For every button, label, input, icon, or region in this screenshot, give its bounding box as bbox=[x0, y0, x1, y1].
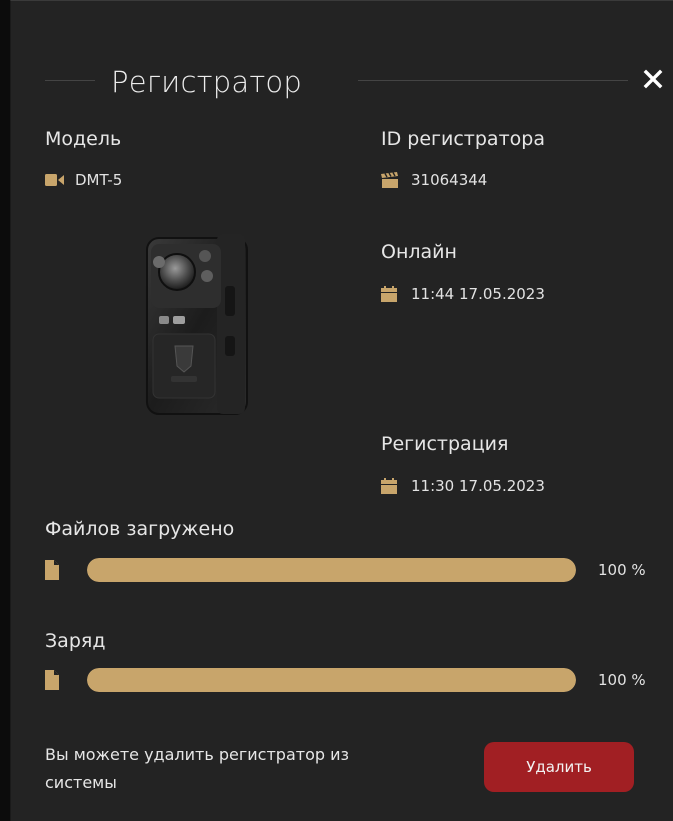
files-uploaded-progress-bar bbox=[87, 558, 576, 582]
charge-progress-row: 100 % bbox=[45, 668, 673, 694]
registrator-dialog: Регистратор Модель DMT-5 ID регистратора… bbox=[10, 0, 673, 821]
charge-progress-fill bbox=[87, 668, 576, 692]
delete-hint-text: Вы можете удалить регистратор из системы bbox=[45, 745, 349, 792]
online-value-row: 11:44 17.05.2023 bbox=[381, 285, 545, 303]
dialog-title: Регистратор bbox=[111, 65, 302, 99]
files-uploaded-label: Файлов загружено bbox=[45, 518, 235, 540]
online-label: Онлайн bbox=[381, 241, 457, 263]
file-icon bbox=[45, 670, 59, 690]
device-image bbox=[129, 226, 259, 426]
model-label: Модель bbox=[45, 128, 122, 150]
clapperboard-icon bbox=[381, 172, 401, 188]
title-divider-left bbox=[45, 80, 95, 81]
video-camera-icon bbox=[45, 172, 65, 188]
charge-percent: 100 % bbox=[598, 671, 646, 689]
registration-label: Регистрация bbox=[381, 433, 509, 455]
device-id-value: 31064344 bbox=[411, 171, 488, 189]
delete-button[interactable]: Удалить bbox=[484, 742, 634, 792]
charge-label: Заряд bbox=[45, 630, 106, 652]
device-id-label: ID регистратора bbox=[381, 128, 545, 150]
files-uploaded-progress-fill bbox=[87, 558, 576, 582]
charge-progress-bar bbox=[87, 668, 576, 692]
calendar-icon bbox=[381, 478, 401, 494]
calendar-icon bbox=[381, 286, 401, 302]
registration-value-row: 11:30 17.05.2023 bbox=[381, 477, 545, 495]
online-value: 11:44 17.05.2023 bbox=[411, 285, 545, 303]
file-icon bbox=[45, 560, 59, 580]
registration-value: 11:30 17.05.2023 bbox=[411, 477, 545, 495]
dialog-header: Регистратор bbox=[11, 59, 673, 103]
close-icon bbox=[643, 69, 663, 89]
title-divider-right bbox=[358, 80, 628, 81]
model-value: DMT-5 bbox=[75, 171, 123, 189]
close-button[interactable] bbox=[641, 67, 665, 91]
device-id-value-row: 31064344 bbox=[381, 171, 487, 189]
files-uploaded-percent: 100 % bbox=[598, 561, 646, 579]
model-value-row: DMT-5 bbox=[45, 171, 122, 189]
files-uploaded-progress-row: 100 % bbox=[45, 558, 673, 584]
